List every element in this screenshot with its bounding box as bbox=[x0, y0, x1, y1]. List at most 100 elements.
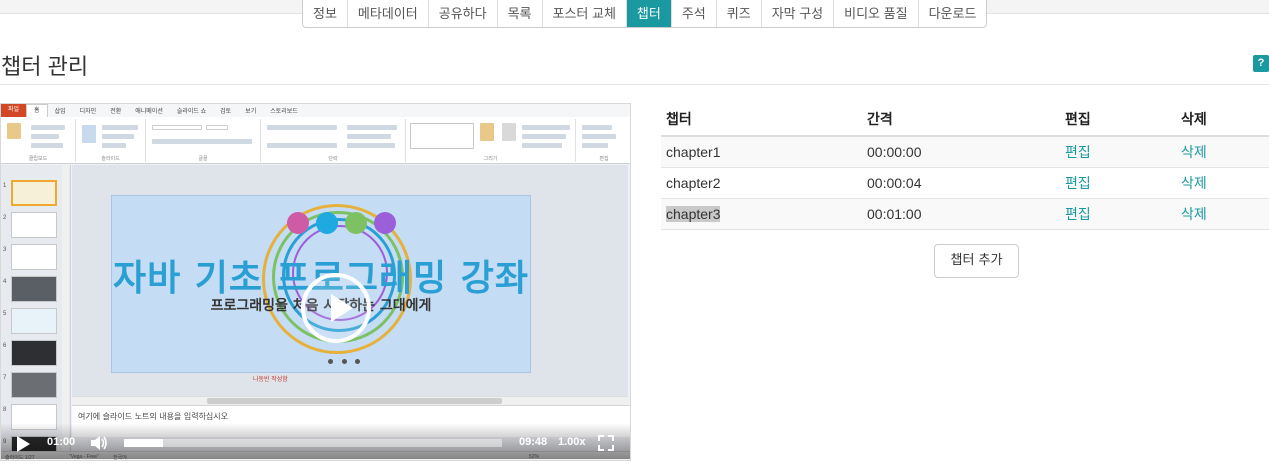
tab-info[interactable]: 정보 bbox=[303, 0, 348, 27]
chapter-name: chapter3 bbox=[666, 205, 721, 222]
chapter-name: chapter1 bbox=[661, 136, 862, 168]
fullscreen-icon[interactable] bbox=[598, 435, 614, 451]
tab-annotations[interactable]: 주석 bbox=[672, 0, 717, 27]
play-icon[interactable] bbox=[17, 436, 30, 452]
ppt-group-slides: 슬라이드 bbox=[76, 119, 146, 162]
thumb-number: 7 bbox=[3, 375, 7, 381]
tab-share[interactable]: 공유하다 bbox=[429, 0, 498, 27]
progress-bar[interactable] bbox=[124, 439, 502, 447]
ppt-tab-animations: 애니메이션 bbox=[135, 109, 163, 115]
thumb-number: 5 bbox=[3, 311, 7, 317]
ppt-group-paragraph: 단락 bbox=[261, 119, 406, 162]
ppt-group-label: 단락 bbox=[328, 156, 338, 162]
ppt-tab-slideshow: 슬라이드 쇼 bbox=[176, 109, 207, 115]
slide-caption: 나동빈 작성함 bbox=[253, 377, 288, 383]
ppt-tab-insert: 삽입 bbox=[54, 109, 66, 115]
chapter-name: chapter2 bbox=[661, 167, 862, 199]
chapter-name-cell: chapter3 bbox=[661, 198, 862, 230]
volume-icon[interactable] bbox=[90, 435, 108, 451]
thumb-number: 1 bbox=[3, 183, 7, 189]
ppt-tab-review: 검토 bbox=[220, 109, 232, 115]
ppt-tab-storyboard: 스토리보드 bbox=[270, 109, 298, 115]
slide-thumbnail bbox=[11, 244, 57, 270]
thumb-number: 3 bbox=[3, 247, 7, 253]
notes-text: 여기에 슬라이드 노트의 내용을 입력하십시오 bbox=[78, 412, 229, 421]
thumb-number: 2 bbox=[3, 215, 7, 221]
ppt-group-label: 클립보드 bbox=[28, 156, 48, 162]
ppt-group-label: 그리기 bbox=[483, 156, 498, 162]
chapter-interval: 00:01:00 bbox=[862, 198, 1060, 230]
tab-chapters[interactable]: 챕터 bbox=[626, 0, 672, 27]
table-header-row: 챕터 간격 편집 삭제 bbox=[661, 103, 1269, 137]
slide-dots bbox=[328, 359, 360, 365]
header-interval: 간격 bbox=[862, 103, 1060, 137]
slide-thumbnail bbox=[11, 340, 57, 366]
current-time: 01:00 bbox=[47, 436, 76, 448]
tab-replace-poster[interactable]: 포스터 교체 bbox=[543, 0, 627, 27]
header-delete: 삭제 bbox=[1176, 103, 1269, 137]
table-row: chapter2 00:00:04 편집 삭제 bbox=[661, 167, 1269, 199]
play-overlay-icon[interactable] bbox=[301, 273, 371, 343]
slide-thumbnail bbox=[11, 308, 57, 334]
ppt-tab-design: 디자인 bbox=[79, 109, 97, 115]
ppt-tab-view: 보기 bbox=[245, 109, 257, 115]
slide-color-dot bbox=[345, 212, 367, 234]
tab-video-quality[interactable]: 비디오 품질 bbox=[834, 0, 919, 27]
add-chapter-button[interactable]: 챕터 추가 bbox=[934, 244, 1019, 278]
edit-link[interactable]: 편집 bbox=[1060, 198, 1176, 230]
help-icon[interactable]: ? bbox=[1253, 55, 1269, 72]
slide-thumbnail bbox=[11, 212, 57, 238]
ppt-ribbon-tabs: 파일 홈 삽입 디자인 전환 애니메이션 슬라이드 쇼 검토 보기 스토리보드 bbox=[1, 104, 630, 117]
ppt-group-label: 글꼴 bbox=[198, 156, 208, 162]
video-player[interactable]: 파일 홈 삽입 디자인 전환 애니메이션 슬라이드 쇼 검토 보기 스토리보드 … bbox=[0, 103, 631, 461]
thumb-number: 4 bbox=[3, 279, 7, 285]
tab-subtitles[interactable]: 자막 구성 bbox=[762, 0, 835, 27]
stage-scrollbar bbox=[72, 396, 628, 405]
ppt-group-clipboard: 클립보드 bbox=[1, 119, 76, 162]
slide-color-dot bbox=[316, 212, 338, 234]
ppt-group-label: 슬라이드 bbox=[101, 156, 120, 162]
ppt-group-drawing: 그리기 bbox=[406, 119, 576, 162]
thumb-number: 6 bbox=[3, 343, 7, 349]
delete-link[interactable]: 삭제 bbox=[1176, 167, 1269, 199]
slide-stage: 자바 기초 프로그래밍 강좌 프로그래밍을 처음 시작하는 그대에게 bbox=[72, 165, 628, 403]
ppt-tab-transitions: 전환 bbox=[110, 109, 122, 115]
progress-fill bbox=[124, 439, 163, 447]
ppt-tab-home: 홈 bbox=[26, 104, 48, 117]
table-row: chapter3 00:01:00 편집 삭제 bbox=[661, 198, 1269, 230]
slide: 자바 기초 프로그래밍 강좌 프로그래밍을 처음 시작하는 그대에게 bbox=[111, 195, 531, 373]
ppt-tab-file: 파일 bbox=[1, 104, 27, 117]
tab-metadata[interactable]: 메타데이터 bbox=[348, 0, 429, 27]
tab-download[interactable]: 다운로드 bbox=[919, 0, 987, 27]
chapter-interval: 00:00:00 bbox=[862, 136, 1060, 168]
chapter-interval: 00:00:04 bbox=[862, 167, 1060, 199]
tab-bar: 정보 메타데이터 공유하다 목록 포스터 교체 챕터 주석 퀴즈 자막 구성 비… bbox=[302, 0, 988, 28]
delete-link[interactable]: 삭제 bbox=[1176, 198, 1269, 230]
table-row: chapter1 00:00:00 편집 삭제 bbox=[661, 136, 1269, 168]
divider bbox=[0, 84, 1269, 85]
tab-list[interactable]: 목록 bbox=[498, 0, 543, 27]
delete-link[interactable]: 삭제 bbox=[1176, 136, 1269, 168]
playback-speed[interactable]: 1.00x bbox=[558, 436, 586, 448]
slide-thumbnail bbox=[11, 276, 57, 302]
slide-thumbnail bbox=[11, 372, 57, 398]
chapter-table: 챕터 간격 편집 삭제 chapter1 00:00:00 편집 삭제 chap… bbox=[661, 103, 1269, 230]
ppt-ribbon: 클립보드 슬라이드 글꼴 단락 그리기 편집 bbox=[1, 117, 630, 164]
slide-color-dot bbox=[287, 212, 309, 234]
slide-thumbnail bbox=[11, 180, 57, 206]
slide-color-dot bbox=[374, 212, 396, 234]
header-chapter: 챕터 bbox=[661, 103, 862, 137]
video-controls: 01:00 09:48 1.00x bbox=[1, 423, 630, 459]
edit-link[interactable]: 편집 bbox=[1060, 167, 1176, 199]
slide-thumbnails: 1 2 3 4 5 6 7 8 9 bbox=[1, 165, 71, 460]
duration: 09:48 bbox=[519, 436, 548, 448]
thumbnail-scrollbar bbox=[62, 165, 69, 460]
ppt-group-editing: 편집 bbox=[576, 119, 630, 162]
page-title: 챕터 관리 bbox=[1, 54, 89, 79]
ppt-group-font: 글꼴 bbox=[146, 119, 261, 162]
tab-quiz[interactable]: 퀴즈 bbox=[717, 0, 762, 27]
edit-link[interactable]: 편집 bbox=[1060, 136, 1176, 168]
thumb-number: 8 bbox=[3, 407, 7, 413]
header-edit: 편집 bbox=[1060, 103, 1176, 137]
ppt-group-label: 편집 bbox=[599, 156, 609, 162]
